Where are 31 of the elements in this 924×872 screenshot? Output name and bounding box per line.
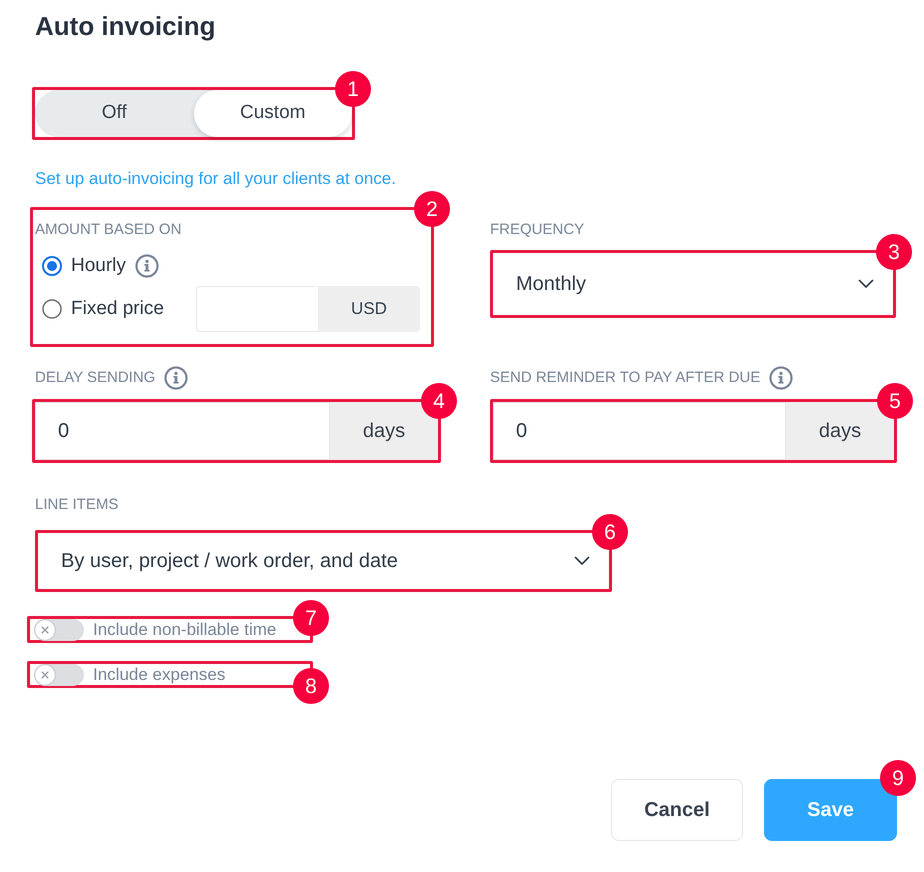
annotation-badge: 2 xyxy=(414,191,450,227)
annotation-badge: 7 xyxy=(293,600,329,636)
currency-addon: USD xyxy=(318,286,420,332)
field-label: FREQUENCY xyxy=(490,221,584,239)
radio-label: Fixed price xyxy=(71,296,164,321)
radio-label: Hourly xyxy=(71,254,126,278)
toggle-switch[interactable] xyxy=(34,618,84,640)
annotation-badge: 3 xyxy=(876,234,912,270)
field-label: AMOUNT BASED ON xyxy=(35,221,182,239)
chevron-down-icon xyxy=(574,556,590,566)
reminder-input[interactable]: 0 xyxy=(493,402,786,460)
annotation-badge: 1 xyxy=(335,71,371,107)
segment-tab[interactable]: Off xyxy=(35,90,194,137)
price-input[interactable] xyxy=(196,286,318,332)
x-knob-icon xyxy=(34,664,56,686)
radio-button[interactable] xyxy=(42,299,62,319)
cancel-button[interactable]: Cancel xyxy=(611,779,743,841)
page-title: Auto invoicing xyxy=(35,10,217,42)
toggle-label: Include expenses xyxy=(93,664,226,686)
annotation-badge: 6 xyxy=(592,514,628,550)
chevron-down-icon xyxy=(858,279,874,289)
annotation-badge: 8 xyxy=(293,668,329,704)
radio-button[interactable] xyxy=(42,256,62,276)
delay-input[interactable]: 0 xyxy=(35,402,330,460)
annotation-badge: 9 xyxy=(880,760,916,796)
field-label: LINE ITEMS xyxy=(35,496,118,514)
toggle-switch[interactable] xyxy=(34,664,84,686)
x-knob-icon xyxy=(34,618,56,640)
toggle-label: Include non-billable time xyxy=(93,618,276,641)
field-label: SEND REMINDER TO PAY AFTER DUE xyxy=(490,369,760,387)
field-label: DELAY SENDING xyxy=(35,369,156,387)
